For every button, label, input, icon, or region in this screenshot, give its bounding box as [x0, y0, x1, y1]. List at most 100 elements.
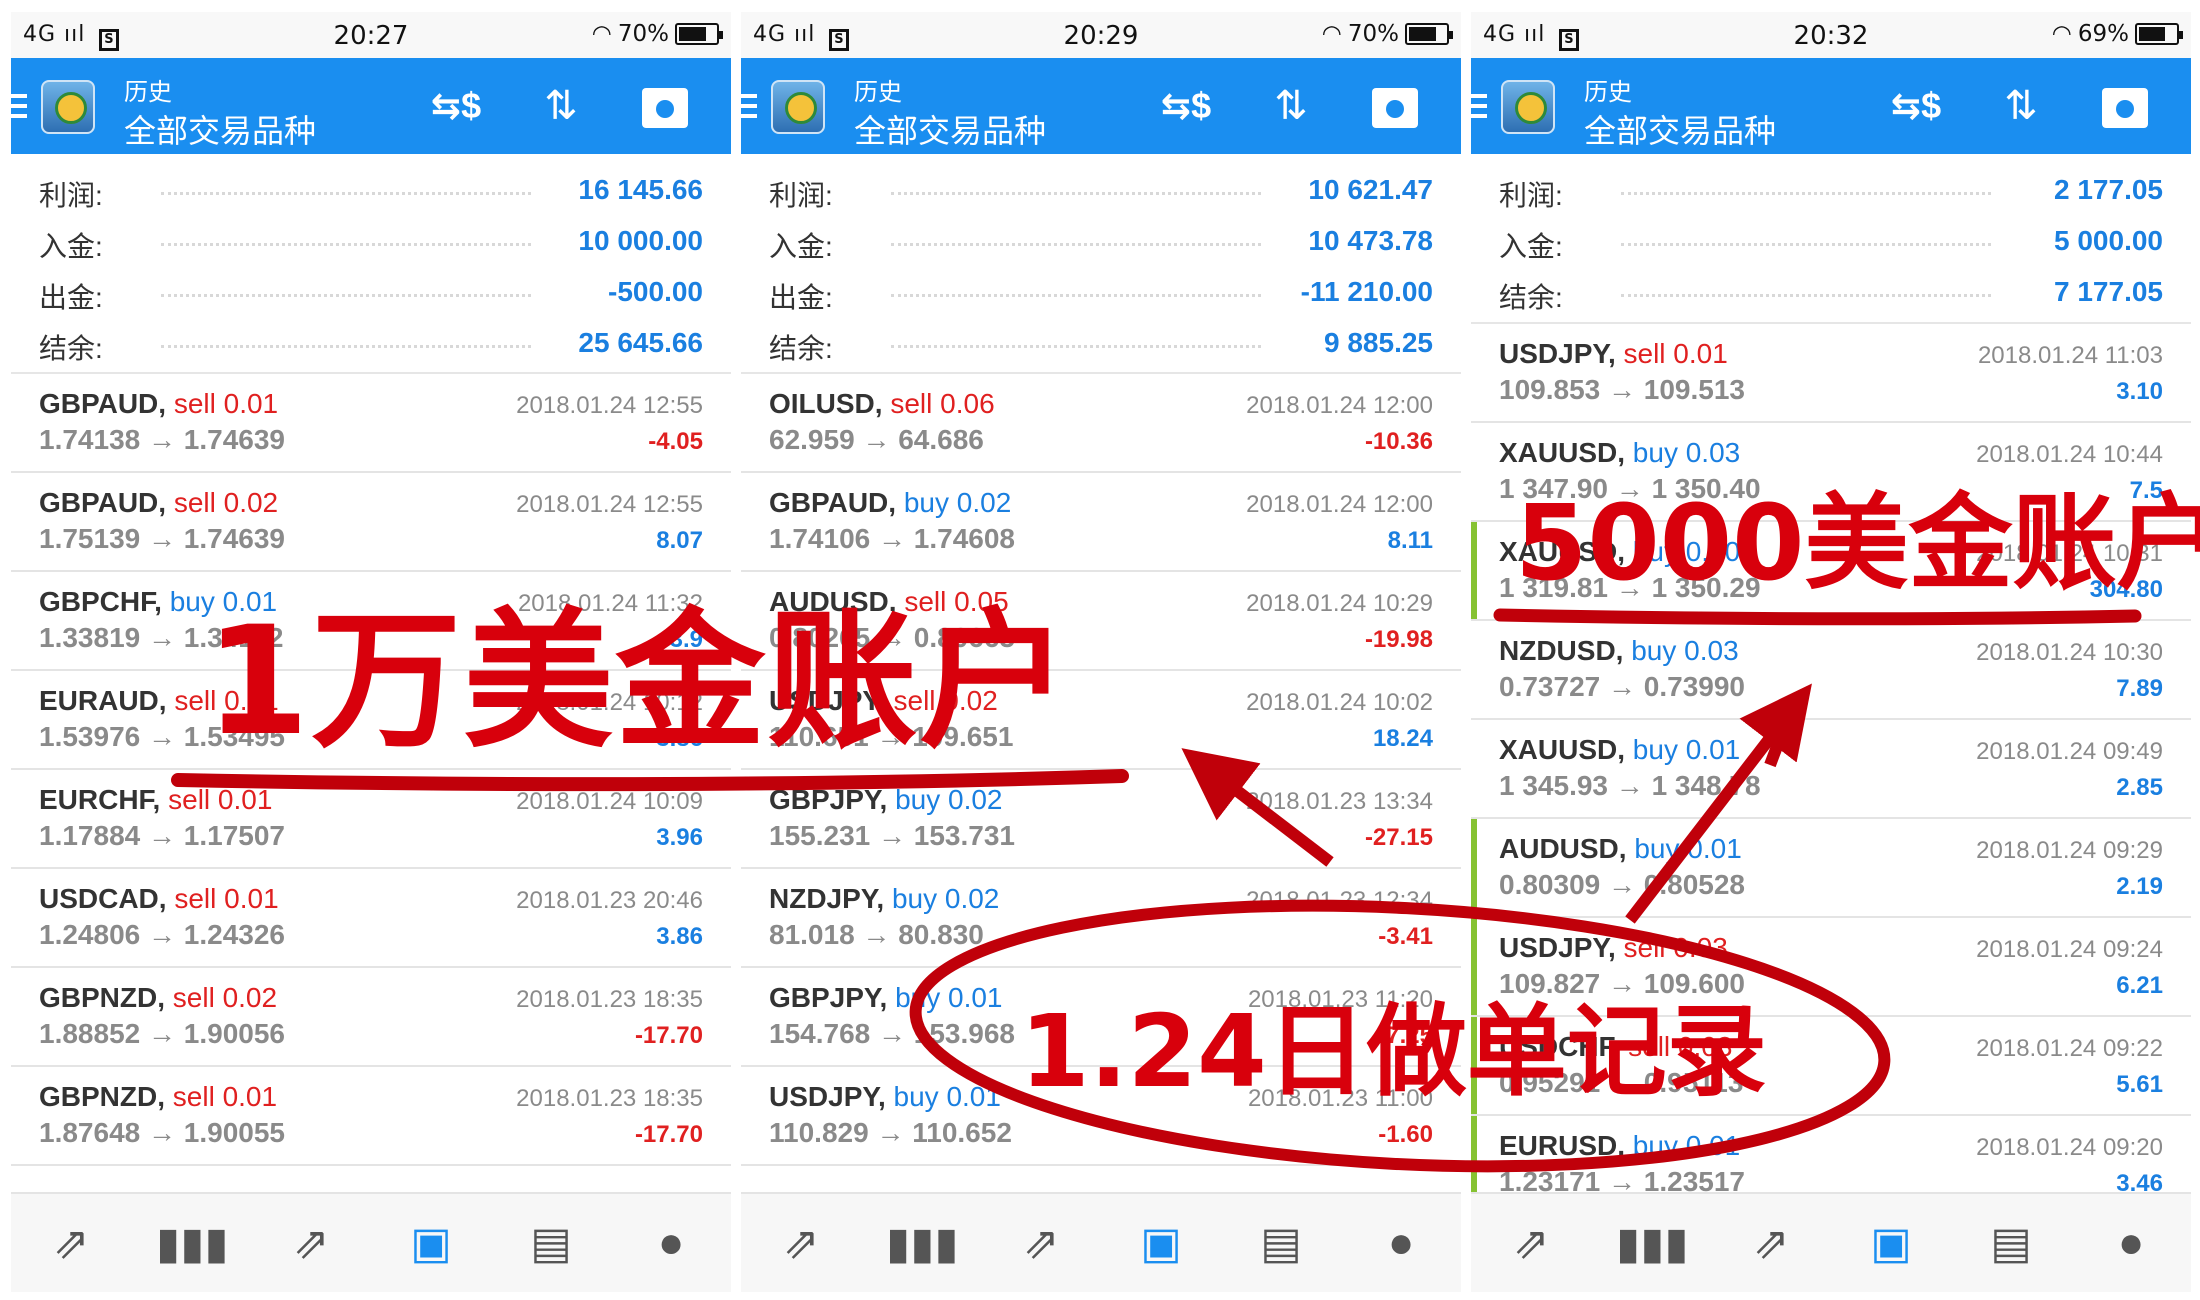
trade-row[interactable]: XAUUSD, buy 0.01 1 345.93 → 1 348.78 201…: [1471, 720, 2191, 819]
currency-exchange-icon[interactable]: ⇆$: [1886, 82, 1946, 130]
trade-time: 2018.01.23 20:46: [516, 887, 703, 914]
chat-icon[interactable]: ●: [2096, 1218, 2166, 1268]
trade-icon[interactable]: ⇗: [276, 1218, 346, 1269]
toolbar-subtitle: 历史: [124, 79, 172, 106]
trade-symbol: GBPAUD,: [39, 487, 167, 518]
trade-row[interactable]: OILUSD, sell 0.06 62.959 → 64.686 2018.0…: [741, 374, 1461, 473]
trade-side: sell 0.01: [174, 883, 279, 914]
trade-symbol: GBPNZD,: [39, 1081, 165, 1112]
app-logo[interactable]: [1501, 80, 1555, 134]
menu-icon[interactable]: [741, 94, 757, 124]
wifi-icon: ◠: [591, 21, 612, 47]
trade-row[interactable]: GBPAUD, sell 0.02 1.75139 → 1.74639 2018…: [11, 473, 731, 572]
history-icon[interactable]: ▣: [1126, 1218, 1196, 1269]
quotes-icon[interactable]: ⇗: [1496, 1218, 1566, 1269]
account-summary: 利润: 16 145.66 入金: 10 000.00 出金: -500.00 …: [11, 154, 731, 374]
trade-time: 2018.01.23 13:34: [1246, 788, 1433, 815]
trade-profit: -4.05: [648, 428, 703, 455]
currency-exchange-icon[interactable]: ⇆$: [1156, 82, 1216, 130]
trade-symbol: GBPCHF,: [39, 586, 162, 617]
sort-icon[interactable]: ⇅: [1991, 82, 2051, 130]
trade-profit: 6.21: [2116, 972, 2163, 999]
toolbar-title[interactable]: 全部交易品种: [854, 106, 1046, 152]
trade-time: 2018.01.24 11:03: [1977, 342, 2163, 369]
calendar-icon[interactable]: [1365, 82, 1425, 133]
currency-exchange-icon[interactable]: ⇆$: [426, 82, 486, 130]
trade-row[interactable]: NZDUSD, buy 0.03 0.73727 → 0.73990 2018.…: [1471, 621, 2191, 720]
trade-row[interactable]: GBPNZD, sell 0.01 1.87648 → 1.90055 2018…: [11, 1067, 731, 1166]
trade-icon[interactable]: ⇗: [1736, 1218, 1806, 1269]
summary-row: 利润: 16 145.66: [11, 166, 731, 217]
toolbar-subtitle: 历史: [854, 79, 902, 106]
account-summary: 利润: 10 621.47 入金: 10 473.78 出金: -11 210.…: [741, 154, 1461, 374]
toolbar-title[interactable]: 全部交易品种: [124, 106, 316, 152]
trade-row[interactable]: NZDJPY, buy 0.02 81.018 → 80.830 2018.01…: [741, 869, 1461, 968]
trade-icon[interactable]: ⇗: [1006, 1218, 1076, 1269]
battery-icon: [2135, 23, 2183, 45]
chat-icon[interactable]: ●: [636, 1218, 706, 1268]
chart-icon[interactable]: ▮▮▮: [1616, 1218, 1689, 1269]
news-icon[interactable]: ▤: [1976, 1218, 2046, 1269]
summary-value: -500.00: [608, 276, 703, 307]
app-logo[interactable]: [41, 80, 95, 134]
trade-row[interactable]: GBPJPY, buy 0.02 155.231 → 153.731 2018.…: [741, 770, 1461, 869]
news-icon[interactable]: ▤: [1246, 1218, 1316, 1269]
trade-symbol: USDJPY,: [1499, 932, 1616, 963]
trade-row[interactable]: AUDUSD, buy 0.01 0.80309 → 0.80528 2018.…: [1471, 819, 2191, 918]
chart-icon[interactable]: ▮▮▮: [886, 1218, 959, 1269]
trade-prices: 1.74106 → 1.74608: [769, 523, 1015, 554]
menu-icon[interactable]: [1471, 94, 1487, 124]
trade-profit: -17.70: [634, 1022, 703, 1049]
trade-time: 2018.01.24 10:30: [1976, 639, 2163, 666]
trade-row[interactable]: GBPAUD, sell 0.01 1.74138 → 1.74639 2018…: [11, 374, 731, 473]
sort-icon[interactable]: ⇅: [1261, 82, 1321, 130]
toolbar-title[interactable]: 全部交易品种: [1584, 106, 1776, 152]
trade-side: buy 0.02: [903, 487, 1012, 518]
trade-profit: 2.85: [2116, 774, 2163, 801]
trade-profit: 7.89: [2116, 675, 2163, 702]
trade-prices: 1.87648 → 1.90055: [39, 1117, 285, 1148]
trade-side: sell 0.01: [168, 784, 273, 815]
history-icon[interactable]: ▣: [1856, 1218, 1926, 1269]
sort-icon[interactable]: ⇅: [531, 82, 591, 130]
trade-symbol: GBPJPY,: [769, 982, 888, 1013]
battery-percent: 70%: [617, 21, 669, 47]
summary-label: 利润:: [769, 180, 833, 211]
trade-row[interactable]: GBPAUD, buy 0.02 1.74106 → 1.74608 2018.…: [741, 473, 1461, 572]
summary-row: 结余: 25 645.66: [11, 319, 731, 370]
chart-icon[interactable]: ▮▮▮: [156, 1218, 229, 1269]
trade-symbol: EURAUD,: [39, 685, 167, 716]
status-bar: 4G ııl S 20:32 ◠ 69%: [1471, 12, 2191, 58]
trade-side: buy 0.03: [1631, 635, 1739, 666]
trade-row[interactable]: USDJPY, sell 0.01 109.853 → 109.513 2018…: [1471, 324, 2191, 423]
app-toolbar: 历史 全部交易品种 ⇆$ ⇅: [1471, 58, 2191, 154]
trade-prices: 1.24806 → 1.24326: [39, 919, 285, 950]
trade-row[interactable]: USDCAD, sell 0.01 1.24806 → 1.24326 2018…: [11, 869, 731, 968]
summary-value: 9 885.25: [1324, 327, 1433, 358]
history-icon[interactable]: ▣: [396, 1218, 466, 1269]
trade-time: 2018.01.24 09:24: [1976, 936, 2163, 963]
menu-icon[interactable]: [11, 94, 27, 124]
quotes-icon[interactable]: ⇗: [36, 1218, 106, 1269]
news-icon[interactable]: ▤: [516, 1218, 586, 1269]
app-logo[interactable]: [771, 80, 825, 134]
quotes-icon[interactable]: ⇗: [766, 1218, 836, 1269]
trade-side: buy 0.02: [891, 883, 1000, 914]
summary-row: 入金: 5 000.00: [1471, 217, 2191, 268]
calendar-icon[interactable]: [2095, 82, 2155, 133]
trade-symbol: GBPAUD,: [39, 388, 167, 419]
calendar-icon[interactable]: [635, 82, 695, 133]
overlay-account-10k: 1万美金账户: [205, 595, 1072, 769]
overlay-account-5k: 5000美金账户: [1515, 482, 2200, 604]
trade-row[interactable]: GBPNZD, sell 0.02 1.88852 → 1.90056 2018…: [11, 968, 731, 1067]
summary-row: 结余: 9 885.25: [741, 319, 1461, 370]
account-summary: 利润: 2 177.05 入金: 5 000.00 结余: 7 177.05: [1471, 154, 2191, 324]
chat-icon[interactable]: ●: [1366, 1218, 1436, 1268]
trade-profit: 2.19: [2116, 873, 2163, 900]
status-bar: 4G ııl S 20:29 ◠ 70%: [741, 12, 1461, 58]
summary-label: 出金:: [39, 282, 103, 313]
summary-row: 利润: 10 621.47: [741, 166, 1461, 217]
summary-row: 入金: 10 473.78: [741, 217, 1461, 268]
app-toolbar: 历史 全部交易品种 ⇆$ ⇅: [741, 58, 1461, 154]
trade-row[interactable]: EURCHF, sell 0.01 1.17884 → 1.17507 2018…: [11, 770, 731, 869]
